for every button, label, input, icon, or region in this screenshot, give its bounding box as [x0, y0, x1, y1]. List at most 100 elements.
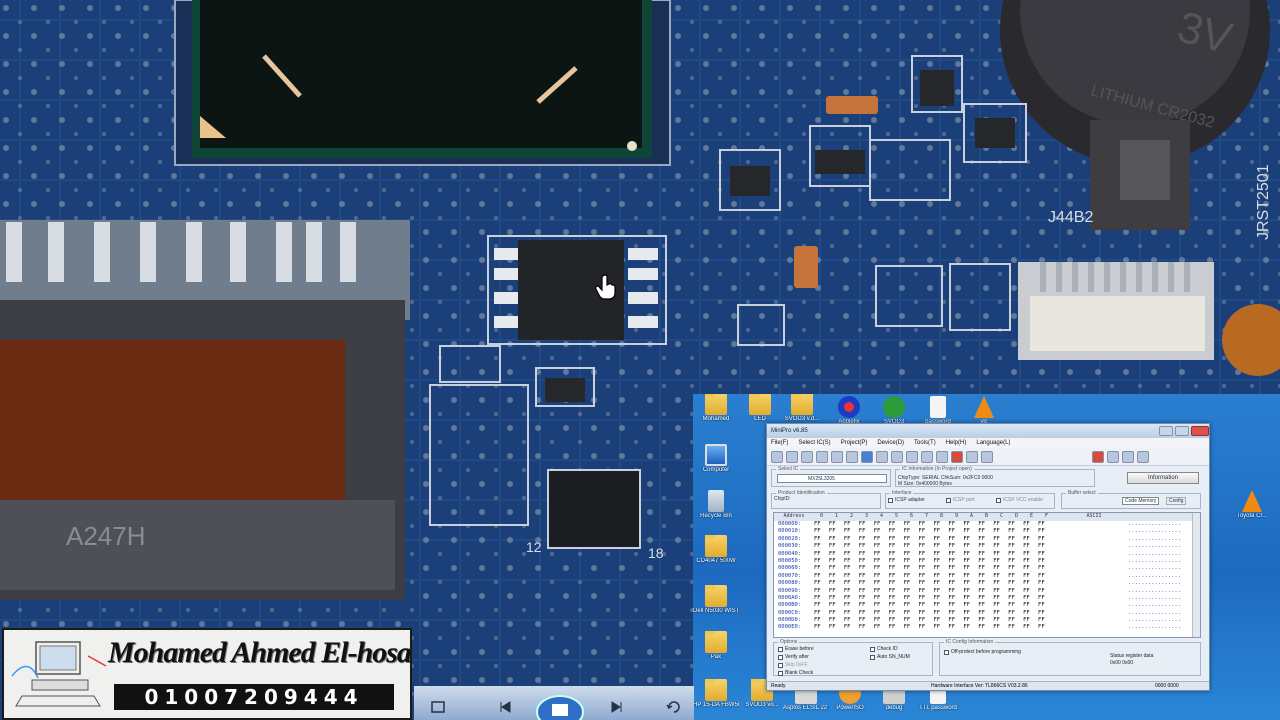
project-icon[interactable]: [1092, 450, 1104, 463]
desktop-icon[interactable]: Computer: [693, 444, 739, 474]
hex-bytes[interactable]: FF FF FF FF FF FF FF FF FF FF FF FF FF F…: [814, 602, 1114, 609]
hex-bytes[interactable]: FF FF FF FF FF FF FF FF FF FF FF FF FF F…: [814, 528, 1114, 535]
hex-bytes[interactable]: FF FF FF FF FF FF FF FF FF FF FF FF FF F…: [814, 610, 1114, 617]
hex-header-cell: 1: [834, 513, 838, 519]
code-memory-tab[interactable]: Code Memory: [1122, 497, 1160, 505]
help-icon[interactable]: [981, 450, 993, 463]
hex-bytes[interactable]: FF FF FF FF FF FF FF FF FF FF FF FF FF F…: [814, 551, 1114, 558]
encrypt-icon[interactable]: [936, 450, 948, 463]
close-button[interactable]: [1191, 426, 1209, 436]
interface-opt2[interactable]: ICSP port: [946, 497, 975, 503]
hex-header-cell: D: [1014, 513, 1018, 519]
desktop-icon[interactable]: SVOD3 v.d...: [779, 394, 825, 423]
previous-icon[interactable]: [498, 700, 514, 714]
desktop-icon[interactable]: CD4047 500W: [693, 535, 739, 565]
desktop-icon[interactable]: Applefix: [826, 396, 872, 426]
read-chip-icon[interactable]: [861, 450, 873, 463]
test-icon[interactable]: [1122, 450, 1134, 463]
desktop-icon[interactable]: Toyota Cr...: [1229, 490, 1275, 520]
verify-after-checkbox[interactable]: Verify after: [778, 654, 809, 660]
menu-file[interactable]: File(F): [771, 440, 788, 446]
chip-db-icon[interactable]: [1137, 450, 1149, 463]
repeat-icon[interactable]: [666, 700, 682, 714]
chip-select-field[interactable]: MX25L3205: [777, 474, 887, 483]
config-icon[interactable]: [966, 450, 978, 463]
hex-address: 0000D0:: [778, 617, 802, 624]
hex-bytes[interactable]: FF FF FF FF FF FF FF FF FF FF FF FF FF F…: [814, 536, 1114, 543]
hex-bytes[interactable]: FF FF FF FF FF FF FF FF FF FF FF FF FF F…: [814, 617, 1114, 624]
folder-icon: [705, 394, 727, 415]
desktop-icon[interactable]: SVOD3: [871, 396, 917, 426]
hex-editor[interactable]: Address 0 1 2 3 4 5 6 7 8 9 A B C D E F …: [773, 512, 1201, 638]
menu-language[interactable]: Language(L): [976, 440, 1010, 446]
menu-project[interactable]: Project(P): [841, 440, 868, 446]
hex-bytes[interactable]: FF FF FF FF FF FF FF FF FF FF FF FF FF F…: [814, 565, 1114, 572]
erase-icon[interactable]: [921, 450, 933, 463]
settings-icon[interactable]: [1107, 450, 1119, 463]
interface-opt1[interactable]: ICSP adapter: [888, 497, 925, 503]
hex-bytes[interactable]: FF FF FF FF FF FF FF FF FF FF FF FF FF F…: [814, 588, 1114, 595]
skip-ff-checkbox[interactable]: Skip 0xFF: [778, 662, 808, 668]
hex-header-cell: 3: [864, 513, 868, 519]
window-titlebar[interactable]: MiniPro v6.85: [767, 424, 1209, 438]
vlc-cone-icon: [974, 396, 994, 418]
read-icon[interactable]: [846, 450, 858, 463]
hex-bytes[interactable]: FF FF FF FF FF FF FF FF FF FF FF FF FF F…: [814, 521, 1114, 528]
config-tab[interactable]: Config: [1166, 497, 1187, 505]
desktop-icon[interactable]: Dell N5030 WISTRON B...: [693, 585, 739, 615]
select-chip-icon[interactable]: [801, 450, 813, 463]
desktop-icon[interactable]: Recycle Bin: [693, 490, 739, 520]
menu-tools[interactable]: Tools(T): [914, 440, 936, 446]
desktop-icon[interactable]: Pax: [693, 631, 739, 661]
hex-row: 000060: FF FF FF FF FF FF FF FF FF FF FF …: [774, 565, 1200, 572]
open-icon[interactable]: [771, 450, 783, 463]
desktop-icon[interactable]: password: [915, 396, 961, 426]
hex-bytes[interactable]: FF FF FF FF FF FF FF FF FF FF FF FF FF F…: [814, 595, 1114, 602]
off-protect-checkbox[interactable]: Off-protect before programming: [944, 649, 1021, 655]
verify-icon[interactable]: [876, 450, 888, 463]
search-icon[interactable]: [831, 450, 843, 463]
minimize-button[interactable]: [1159, 426, 1173, 436]
maximize-button[interactable]: [1175, 426, 1189, 436]
hex-address: 000080:: [778, 580, 802, 587]
options-panel: Options Erase before Verify after Skip 0…: [773, 639, 1201, 678]
check-id-checkbox[interactable]: Check ID: [870, 646, 898, 652]
hex-row: 000080: FF FF FF FF FF FF FF FF FF FF FF …: [774, 580, 1200, 587]
interface-opt3[interactable]: ICSP VCC enable: [996, 497, 1043, 503]
ic-info-label: IC Information (In Project open): [900, 466, 974, 472]
buffer-label: Buffer select: [1066, 490, 1098, 496]
program-icon[interactable]: [891, 450, 903, 463]
hex-scrollbar[interactable]: [1192, 513, 1200, 637]
auto-icon[interactable]: [951, 450, 963, 463]
erase-before-checkbox[interactable]: Erase before: [778, 646, 814, 652]
desktop-icon[interactable]: vlc: [961, 396, 1007, 426]
next-icon[interactable]: [608, 700, 624, 714]
desktop-icon[interactable]: Mohamed: [693, 394, 739, 423]
folder-icon: [705, 679, 727, 701]
menu-device[interactable]: Device(D): [877, 440, 904, 446]
desktop-icon[interactable]: HP 15-DA FBW50 I...: [693, 679, 739, 709]
hex-bytes[interactable]: FF FF FF FF FF FF FF FF FF FF FF FF FF F…: [814, 573, 1114, 580]
folder-icon: [791, 394, 813, 415]
stop-button[interactable]: [536, 694, 584, 720]
desktop-icon[interactable]: LED: [737, 394, 783, 423]
hex-bytes[interactable]: FF FF FF FF FF FF FF FF FF FF FF FF FF F…: [814, 543, 1114, 550]
hex-bytes[interactable]: FF FF FF FF FF FF FF FF FF FF FF FF FF F…: [814, 580, 1114, 587]
hex-address: 000030:: [778, 543, 802, 550]
select-chip-alt-icon[interactable]: [816, 450, 828, 463]
hex-address: 0000C0:: [778, 609, 802, 616]
menu-bar: File(F) Select IC(S) Project(P) Device(D…: [767, 438, 1209, 448]
desktop-icon-label: HP 15-DA FBW50 I...: [693, 702, 739, 708]
hex-bytes[interactable]: FF FF FF FF FF FF FF FF FF FF FF FF FF F…: [814, 558, 1114, 565]
information-button[interactable]: Information: [1127, 472, 1199, 484]
blank-check-checkbox[interactable]: Blank Check: [778, 670, 813, 676]
auto-sn-checkbox[interactable]: Auto SN_NUM: [870, 654, 910, 660]
hex-bytes[interactable]: FF FF FF FF FF FF FF FF FF FF FF FF FF F…: [814, 624, 1114, 631]
fullscreen-icon[interactable]: [430, 700, 446, 714]
blank-check-icon[interactable]: [906, 450, 918, 463]
menu-select-ic[interactable]: Select IC(S): [798, 440, 830, 446]
save-icon[interactable]: [786, 450, 798, 463]
options-label: Options: [778, 639, 800, 645]
chip-id-text: ChipID:: [774, 496, 791, 502]
menu-help[interactable]: Help(H): [946, 440, 967, 446]
